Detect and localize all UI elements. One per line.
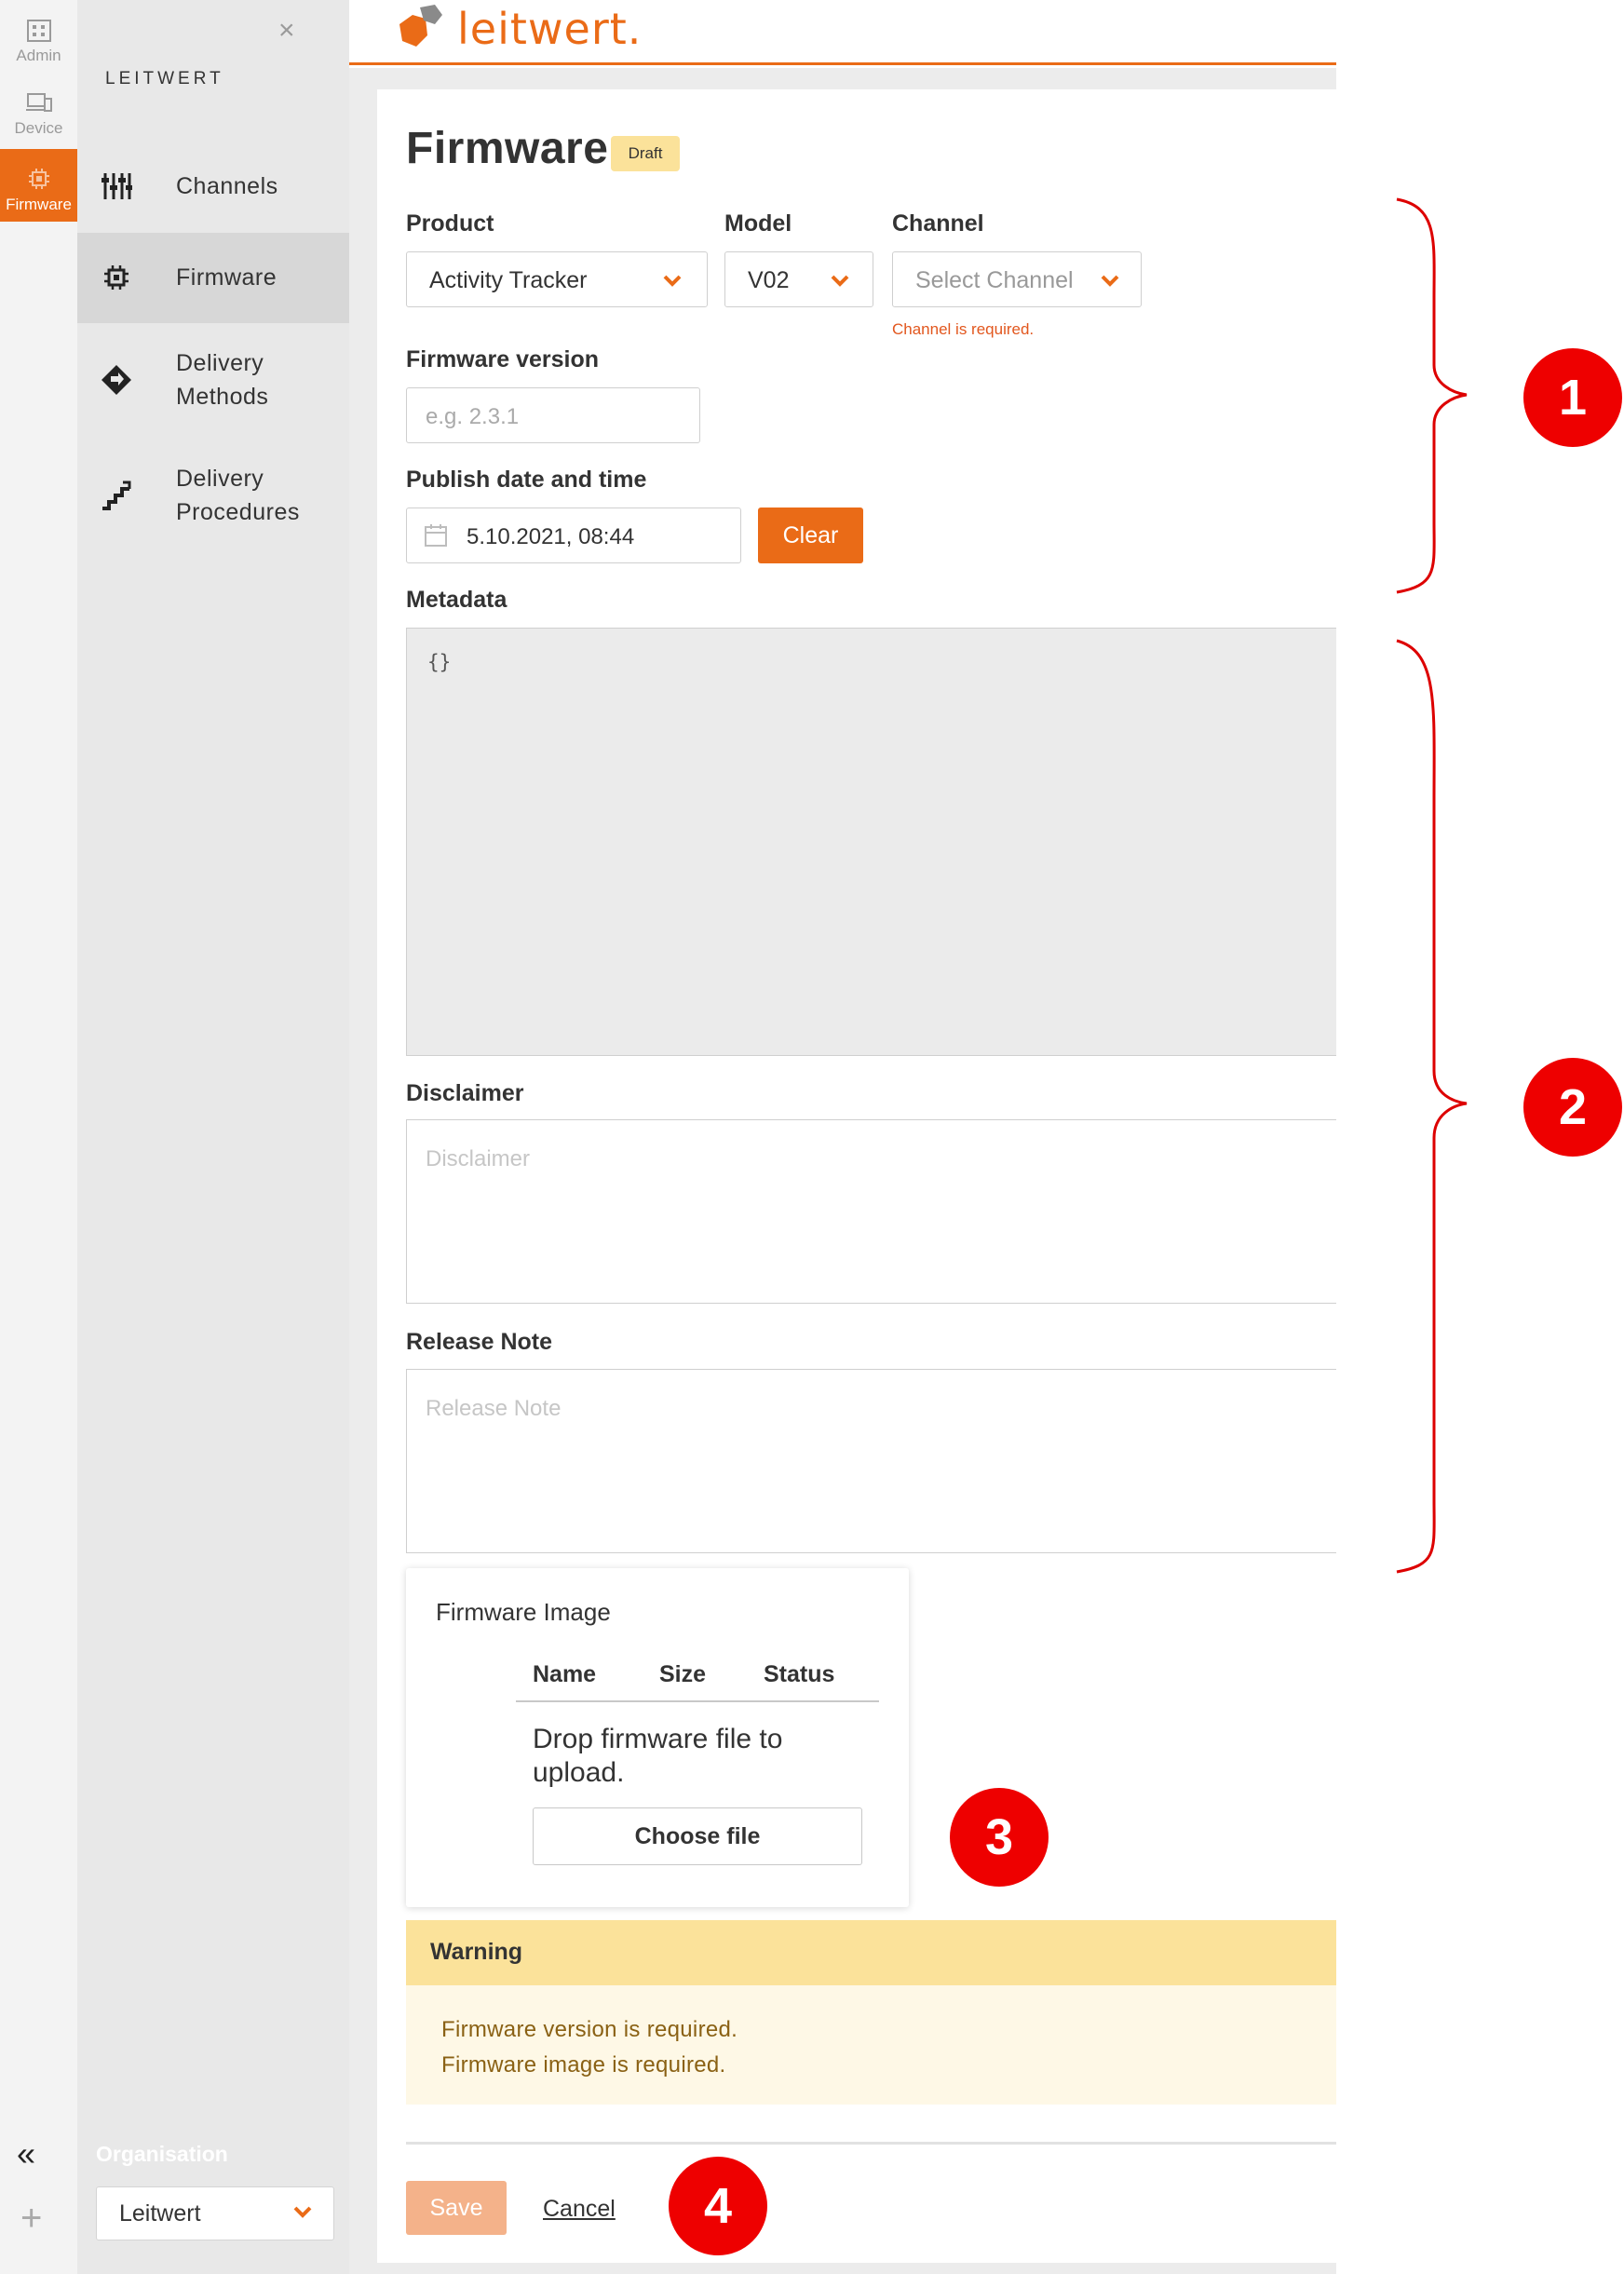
model-value: V02 <box>748 267 790 293</box>
warning-message: Firmware image is required. <box>441 2052 726 2078</box>
warning-body: Firmware version is required. Firmware i… <box>406 1985 1336 2105</box>
rail-item-admin[interactable]: Admin <box>0 0 77 73</box>
model-label: Model <box>724 210 792 237</box>
sidebar-title: LEITWERT <box>105 69 224 88</box>
organisation-value: Leitwert <box>119 2200 201 2227</box>
disclaimer-textarea[interactable]: Disclaimer <box>406 1119 1336 1304</box>
stairs-icon <box>100 479 133 512</box>
publish-datetime-input[interactable]: 5.10.2021, 08:44 <box>406 508 741 563</box>
chip-icon <box>28 169 49 189</box>
channel-label: Channel <box>892 210 984 237</box>
chevron-down-icon <box>293 2206 312 2218</box>
model-select[interactable]: V02 <box>724 251 873 307</box>
rail-item-label: Admin <box>16 47 61 64</box>
warning-title: Warning <box>430 1939 523 1965</box>
close-icon[interactable]: × <box>278 17 295 45</box>
sidebar-item-label: Methods <box>176 384 269 410</box>
release-note-placeholder: Release Note <box>426 1396 562 1421</box>
sidebar-item-channels[interactable]: Channels <box>77 149 349 229</box>
chevron-down-icon <box>1101 275 1119 287</box>
sidebar-item-label: Firmware <box>176 264 277 291</box>
publish-value: 5.10.2021, 08:44 <box>467 524 635 549</box>
organisation-select[interactable]: Leitwert <box>96 2186 334 2240</box>
leitwert-logo <box>399 5 442 47</box>
calendar-icon <box>425 524 447 547</box>
callout-2: 2 <box>1523 1058 1622 1157</box>
clear-button[interactable]: Clear <box>758 508 863 563</box>
release-note-textarea[interactable]: Release Note <box>406 1369 1336 1553</box>
sidebar-item-firmware[interactable]: Firmware <box>77 233 349 323</box>
metadata-label: Metadata <box>406 587 508 613</box>
firmware-image-panel: Firmware Image Name Size Status Drop fir… <box>406 1568 909 1907</box>
firmware-version-input[interactable]: e.g. 2.3.1 <box>406 387 700 443</box>
callout-1: 1 <box>1523 348 1622 447</box>
release-note-label: Release Note <box>406 1329 553 1355</box>
sidebar-item-label: Procedures <box>176 499 300 525</box>
channel-error: Channel is required. <box>892 320 1035 338</box>
direction-diamond-icon <box>100 363 133 397</box>
publish-label: Publish date and time <box>406 467 647 493</box>
warning-header: Warning <box>406 1920 1336 1985</box>
rail-item-device[interactable]: Device <box>0 73 77 145</box>
divider <box>406 2142 1336 2145</box>
channel-placeholder: Select Channel <box>915 267 1074 293</box>
sidebar: × LEITWERT Channels Firmware Delivery Me… <box>77 0 349 2274</box>
sidebar-item-delivery-methods[interactable]: Delivery Methods <box>77 335 349 428</box>
status-badge: Draft <box>611 136 680 171</box>
brace-section-2 <box>1396 639 1468 1574</box>
product-value: Activity Tracker <box>429 267 588 293</box>
column-status: Status <box>764 1661 835 1687</box>
chevron-down-icon <box>663 275 682 287</box>
product-label: Product <box>406 210 494 237</box>
firmware-version-label: Firmware version <box>406 346 600 372</box>
sidebar-item-label: Channels <box>176 173 278 199</box>
warning-message: Firmware version is required. <box>441 2017 738 2042</box>
choose-file-button[interactable]: Choose file <box>533 1807 862 1865</box>
rail-item-label: Firmware <box>6 196 72 213</box>
metadata-editor[interactable]: {} <box>406 628 1336 1056</box>
drop-zone-text[interactable]: Drop firmware file to upload. <box>533 1723 840 1790</box>
file-table-header: Name Size Status <box>516 1661 879 1702</box>
organisation-label: Organisation <box>96 2142 228 2166</box>
rail-item-label: Device <box>14 119 63 137</box>
sidebar-item-delivery-procedures[interactable]: Delivery Procedures <box>77 451 349 544</box>
rail-item-firmware[interactable]: Firmware <box>0 149 77 222</box>
sidebar-item-label: Delivery <box>176 350 264 376</box>
app-rail: Admin Device Firmware « + <box>0 0 77 2274</box>
column-size: Size <box>659 1661 707 1687</box>
product-select[interactable]: Activity Tracker <box>406 251 708 307</box>
chevron-down-icon <box>831 275 849 287</box>
column-name: Name <box>533 1661 597 1687</box>
channel-select[interactable]: Select Channel <box>892 251 1142 307</box>
channels-icon <box>100 169 133 203</box>
firmware-version-placeholder: e.g. 2.3.1 <box>426 404 520 429</box>
logo-text: leitwert. <box>457 4 643 54</box>
add-icon[interactable]: + <box>20 2200 42 2237</box>
cancel-link[interactable]: Cancel <box>543 2196 616 2223</box>
sidebar-item-label: Delivery <box>176 466 264 492</box>
disclaimer-label: Disclaimer <box>406 1080 524 1106</box>
devices-icon <box>25 93 52 112</box>
save-button[interactable]: Save <box>406 2181 507 2235</box>
firmware-image-title: Firmware Image <box>436 1598 611 1626</box>
disclaimer-placeholder: Disclaimer <box>426 1146 531 1171</box>
top-bar: leitwert. <box>349 0 1336 65</box>
chip-icon <box>100 261 133 294</box>
page-title: Firmware <box>406 124 609 173</box>
building-icon <box>26 20 51 42</box>
collapse-icon[interactable]: « <box>17 2134 35 2173</box>
metadata-value: {} <box>427 651 452 673</box>
brace-section-1 <box>1396 197 1468 594</box>
